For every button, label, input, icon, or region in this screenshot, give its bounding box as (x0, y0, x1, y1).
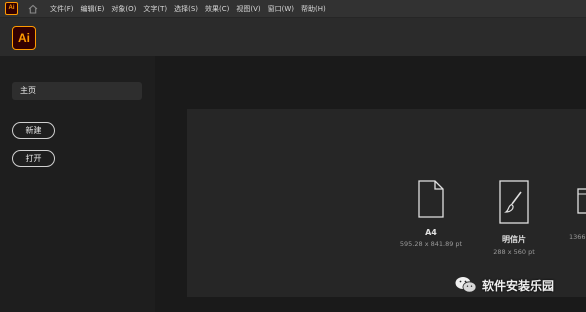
menu-edit[interactable]: 编辑(E) (81, 4, 105, 14)
preset-name: A4 (425, 228, 437, 237)
brush-icon (499, 180, 529, 224)
open-button[interactable]: 打开 (12, 150, 55, 167)
menu-help[interactable]: 帮助(H) (301, 4, 326, 14)
preset-name (545, 220, 586, 230)
menu-bar: Ai 文件(F) 编辑(E) 对象(O) 文字(T) 选择(S) 效果(C) 视… (0, 0, 586, 18)
menu-object[interactable]: 对象(O) (111, 4, 136, 14)
preset-screen[interactable]: 1366 (545, 180, 586, 241)
app-mini-logo: Ai (5, 2, 18, 15)
preset-dims: 1366 (569, 233, 586, 241)
menu-effect[interactable]: 效果(C) (205, 4, 229, 14)
new-button[interactable]: 新建 (12, 122, 55, 139)
wechat-icon (455, 277, 477, 293)
menu-view[interactable]: 视图(V) (236, 4, 260, 14)
document-icon (418, 180, 444, 218)
preset-postcard[interactable]: 明信片 288 x 560 pt (474, 180, 554, 256)
preset-a4[interactable]: A4 595.28 x 841.89 pt (391, 180, 471, 248)
preset-dims: 288 x 560 pt (493, 248, 535, 256)
home-icon[interactable] (26, 2, 40, 16)
watermark-text: 软件安装乐园 (482, 278, 555, 293)
app-logo: Ai (12, 26, 36, 50)
watermark: 软件安装乐园 (455, 276, 554, 294)
menu-select[interactable]: 选择(S) (174, 4, 198, 14)
sidebar: 主页 新建 打开 (0, 56, 155, 312)
menu-type[interactable]: 文字(T) (143, 4, 167, 14)
preset-name: 明信片 (502, 235, 526, 244)
screen-icon (577, 188, 586, 214)
menu-file[interactable]: 文件(F) (50, 4, 74, 14)
menu-window[interactable]: 窗口(W) (268, 4, 294, 14)
preset-dims: 595.28 x 841.89 pt (399, 240, 463, 248)
app-header: Ai (0, 18, 586, 56)
sidebar-item-home[interactable]: 主页 (12, 82, 142, 100)
